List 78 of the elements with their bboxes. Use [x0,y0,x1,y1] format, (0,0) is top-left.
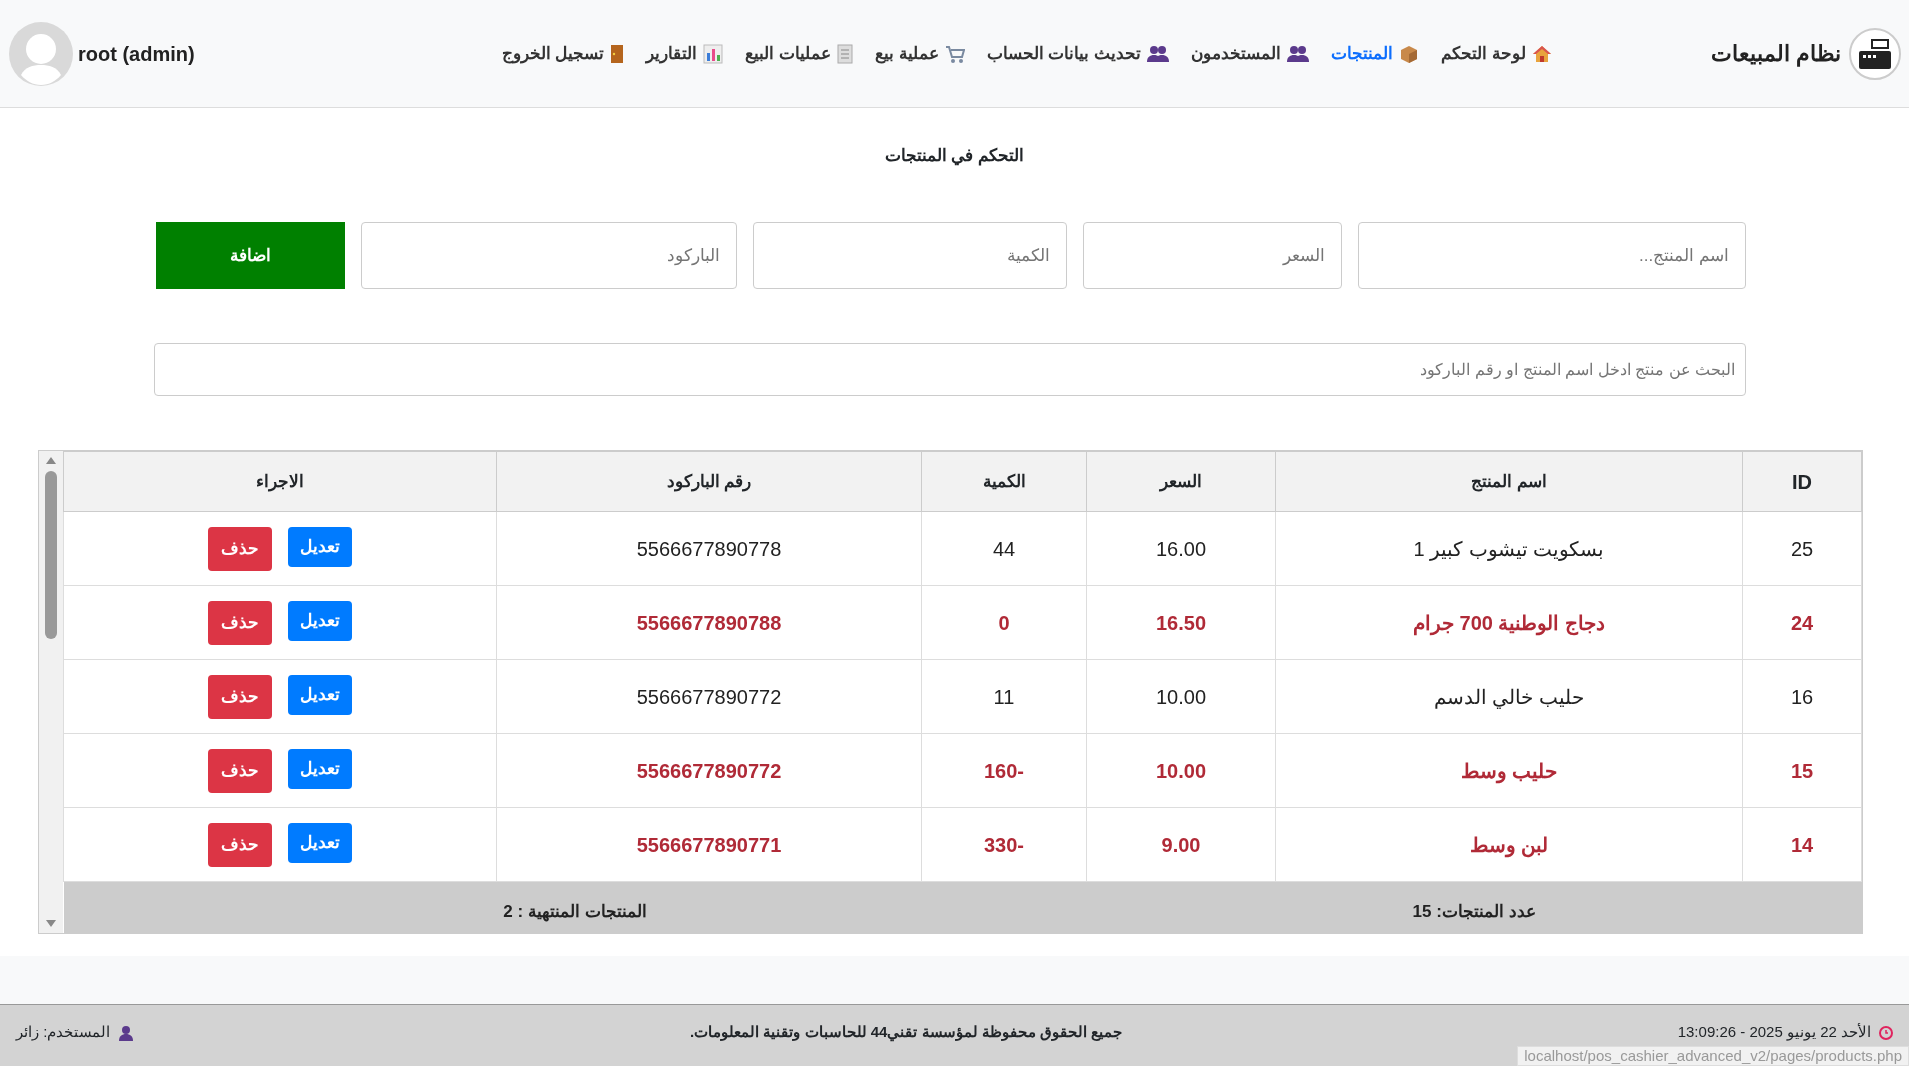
nav-link[interactable]: المنتجات [1320,40,1431,67]
table-cell: 330- [921,807,1087,882]
person-icon [118,1024,135,1041]
column-header: الاجراء [63,451,497,512]
page-title: التحكم في المنتجات [883,145,1026,167]
input-field[interactable]: الباركود [361,222,738,290]
delete-button[interactable]: حذف [208,526,272,571]
receipt-icon [837,43,853,64]
bar-chart-icon [703,43,724,64]
nav-link[interactable]: تسجيل الخروج [490,40,636,67]
door-icon [610,43,625,64]
table-cell: 16.00 [1086,511,1276,586]
edit-button[interactable]: تعديل [288,526,352,567]
scroll-up-icon[interactable] [45,455,57,466]
table-cell: 15 [1742,733,1862,808]
delete-button[interactable]: حذف [208,748,272,793]
input-field[interactable]: اسم المنتج... [1357,222,1746,290]
cash-register-icon [1849,27,1901,80]
edit-button[interactable]: تعديل [288,600,352,641]
nav-link[interactable]: المستخدمون [1180,40,1321,67]
table-cell: دجاج الوطنية 700 جرام [1275,585,1743,660]
column-header: اسم المنتج [1275,451,1743,512]
app-title: نظام المبيعات [1710,40,1841,69]
table-cell: 16 [1742,659,1862,734]
status-url: localhost/pos_cashier_advanced_v2/pages/products.php [1517,1046,1909,1067]
delete-button[interactable]: حذف [208,674,272,719]
nav-link[interactable]: التقارير [635,40,735,67]
input-field[interactable]: السعر [1082,222,1342,290]
box-icon [1399,43,1420,64]
delete-button[interactable]: حذف [208,600,272,645]
table-cell: 11 [921,659,1087,734]
table-cell: 160- [921,733,1087,808]
scrollbar-thumb[interactable] [45,471,57,640]
nav-link[interactable]: عمليات البيع [734,40,864,67]
table-cell: 44 [921,511,1087,586]
house-icon [1531,43,1552,64]
table-cell: 10.00 [1086,659,1276,734]
table-cell: 5566677890778 [496,511,922,586]
nav-link[interactable]: لوحة التحكم [1430,40,1563,67]
edit-button[interactable]: تعديل [288,822,352,863]
input-field[interactable]: الكمية [753,222,1067,290]
table-cell: 16.50 [1086,585,1276,660]
column-header: السعر [1086,451,1276,512]
people-icon [1147,44,1170,63]
user-name: root (admin) [78,41,195,67]
table-cell: 10.00 [1086,733,1276,808]
table-cell: بسكويت تيشوب كبير 1 [1275,511,1743,586]
out-of-stock-count: المنتجات المنتهية : 2 [63,881,1087,934]
table-cell: حليب وسط [1275,733,1743,808]
table-cell: 9.00 [1086,807,1276,882]
search-field[interactable]: البحث عن منتج ادخل اسم المنتج او رقم الباركود [154,343,1746,397]
people-icon [1287,44,1310,63]
product-count: عدد المنتجات: 15 [1086,881,1862,934]
edit-button[interactable]: تعديل [288,748,352,789]
avatar-icon [8,20,74,87]
date-time: الأحد 22 يونيو 2025 - 13:09:26 [1677,1022,1871,1043]
table-cell: 14 [1742,807,1862,882]
cart-icon [944,43,965,64]
table-cell: لبن وسط [1275,807,1743,882]
delete-button[interactable]: حذف [208,822,272,867]
table-cell: 5566677890771 [496,807,922,882]
column-header: ID [1742,451,1862,512]
nav-link[interactable]: تحديث بيانات الحساب [975,40,1181,67]
table-cell: 0 [921,585,1087,660]
table-cell: 5566677890772 [496,733,922,808]
current-user: المستخدم: زائر [16,1022,111,1043]
table-cell: 5566677890788 [496,585,922,660]
table-cell: حليب خالي الدسم [1275,659,1743,734]
column-header: الكمية [921,451,1087,512]
nav-link[interactable]: عملية بيع [864,40,976,67]
table-cell: 5566677890772 [496,659,922,734]
add-button[interactable]: اضافة [156,222,346,290]
edit-button[interactable]: تعديل [288,674,352,715]
copyright-text: جميع الحقوق محفوظة لمؤسسة تقني44 للحاسبات وتقنية المعلومات. [690,1022,1123,1044]
alarm-clock-icon [1879,1025,1893,1040]
table-cell: 24 [1742,585,1862,660]
table-cell: 25 [1742,511,1862,586]
column-header: رقم الباركود [496,451,922,512]
